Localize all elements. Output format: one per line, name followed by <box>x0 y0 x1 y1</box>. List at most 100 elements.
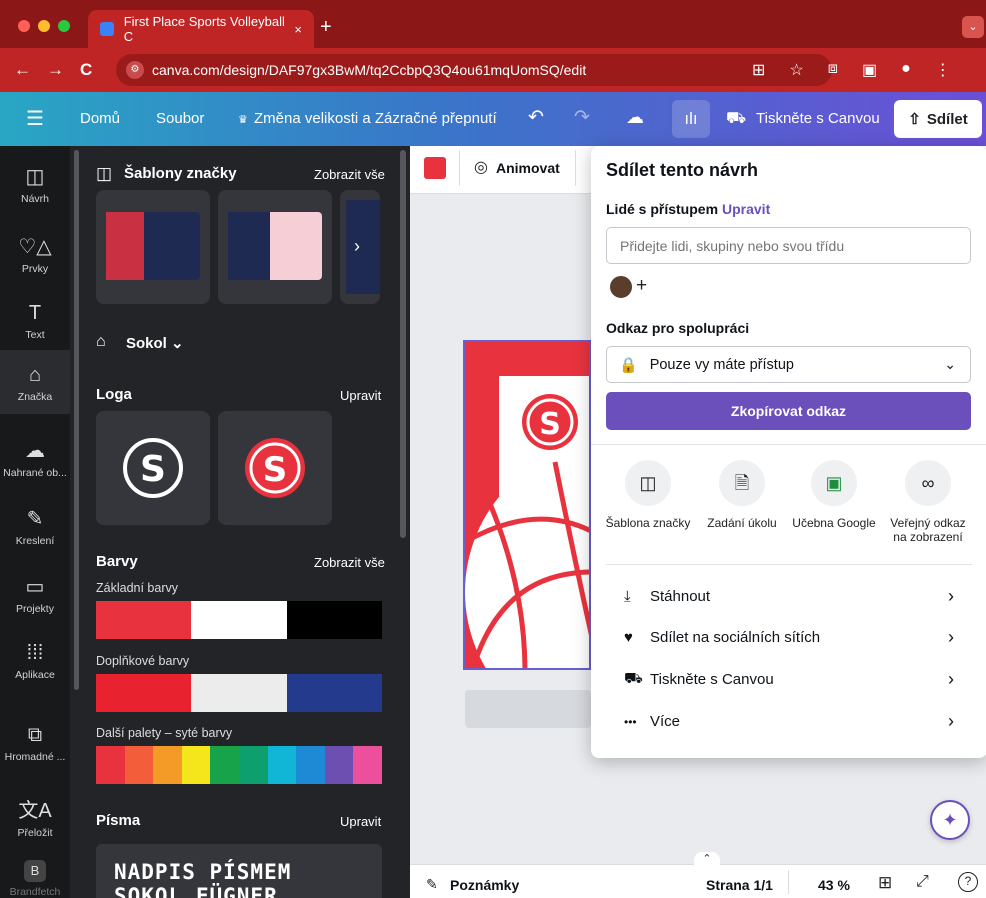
rail-item-brand[interactable]: ⌂ Značka <box>0 350 70 414</box>
resize-button[interactable]: Změna velikosti a Zázračné přepnutí <box>254 110 497 127</box>
rail-item-translate[interactable]: 文A Přeložit <box>0 794 70 839</box>
people-input[interactable] <box>606 227 971 264</box>
rail-item-design[interactable]: ◫ Návrh <box>0 164 70 205</box>
url-field[interactable]: ⚙ canva.com/design/DAF97gx3BwM/tq2CcbpQ3… <box>116 54 832 86</box>
sidepanel-icon[interactable]: ▣ <box>862 60 877 80</box>
file-menu[interactable]: Soubor <box>156 110 204 127</box>
draw-icon: ✎ <box>26 508 44 530</box>
color-swatch[interactable] <box>96 601 192 639</box>
logo-card[interactable]: S <box>218 411 332 525</box>
brandfetch-icon: B <box>24 860 46 882</box>
home-link[interactable]: Domů <box>80 110 120 127</box>
rail-item-text[interactable]: T Text <box>0 302 70 341</box>
color-swatch[interactable] <box>210 746 239 784</box>
new-tab-button[interactable]: + <box>320 16 332 39</box>
back-icon[interactable]: ← <box>14 60 31 80</box>
rail-item-elements[interactable]: ♡△ Prvky <box>0 234 70 275</box>
templates-show-all[interactable]: Zobrazit vše <box>314 167 385 182</box>
color-swatch[interactable] <box>96 746 125 784</box>
color-swatch[interactable] <box>286 674 382 712</box>
print-button[interactable]: Tiskněte s Canvou <box>756 110 880 127</box>
template-card[interactable] <box>96 190 210 304</box>
browser-menu-icon[interactable]: ⋮ <box>935 60 951 80</box>
undo-icon[interactable]: ↶ <box>528 106 544 129</box>
color-swatch[interactable] <box>324 746 354 784</box>
forward-icon[interactable]: → <box>47 60 64 80</box>
fullscreen-icon[interactable]: ⤢ <box>916 873 929 891</box>
color-swatch[interactable] <box>286 601 382 639</box>
menu-icon[interactable]: ☰ <box>26 106 44 131</box>
color-swatch[interactable] <box>96 674 192 712</box>
grid-view-icon[interactable]: ⊞ <box>878 873 892 893</box>
color-swatch[interactable] <box>267 746 297 784</box>
colors-show-all[interactable]: Zobrazit vše <box>314 555 385 570</box>
link-icon: ∞ <box>905 460 951 506</box>
share-option-assignment[interactable]: 🗎 Zadání úkolu <box>696 460 788 530</box>
rail-item-uploads[interactable]: ☁ Nahrané ob... <box>0 438 70 479</box>
translate-icon[interactable]: ⊞ <box>752 60 765 80</box>
access-dropdown[interactable]: 🔒 Pouze vy máte přístup ⌄ <box>606 346 971 383</box>
panel-scrollbar[interactable] <box>400 150 406 538</box>
add-person-icon[interactable]: + <box>636 275 647 297</box>
color-swatch[interactable] <box>124 746 154 784</box>
font-card[interactable]: NADPIS PÍSMEM SOKOL FÜGNER <box>96 844 382 898</box>
logos-edit-link[interactable]: Upravit <box>340 388 381 403</box>
add-page-button[interactable] <box>465 690 591 728</box>
rail-item-brandfetch[interactable]: B Brandfetch <box>0 860 70 898</box>
rail-item-draw[interactable]: ✎ Kreslení <box>0 506 70 547</box>
logo-card[interactable]: S <box>96 411 210 525</box>
page-indicator[interactable]: Strana 1/1 <box>706 877 773 893</box>
rail-item-apps[interactable]: ⁞⁞⁞ Aplikace <box>0 642 70 681</box>
extensions-icon[interactable]: ⧈ <box>828 60 838 80</box>
zoom-level[interactable]: 43 % <box>818 877 850 893</box>
help-icon[interactable]: ? <box>958 872 978 892</box>
minimize-window-icon[interactable] <box>38 20 50 32</box>
template-card[interactable] <box>218 190 332 304</box>
share-option-brand-template[interactable]: ◫ Šablona značky <box>602 460 694 530</box>
color-swatch[interactable] <box>296 746 325 784</box>
reload-icon[interactable]: C <box>80 60 92 80</box>
insights-icon[interactable]: ılı <box>672 100 710 138</box>
people-edit-link[interactable]: Upravit <box>722 201 770 217</box>
animate-button[interactable]: Animovat <box>496 160 560 176</box>
copy-link-button[interactable]: Zkopírovat odkaz <box>606 392 971 430</box>
tab-title: First Place Sports Volleyball C <box>123 14 285 44</box>
share-option-public-link[interactable]: ∞ Veřejný odkaz na zobrazení <box>882 460 974 544</box>
color-swatch[interactable] <box>191 601 287 639</box>
color-swatch[interactable] <box>191 674 287 712</box>
menu-more[interactable]: ••• Více › <box>624 711 954 732</box>
rail-item-projects[interactable]: ▭ Projekty <box>0 574 70 615</box>
rail-item-bulk-create[interactable]: ⧉ Hromadné ... <box>0 724 70 763</box>
fonts-edit-link[interactable]: Upravit <box>340 814 381 829</box>
menu-download[interactable]: ⤓ Stáhnout › <box>624 586 954 607</box>
magic-assistant-icon[interactable]: ✦ <box>930 800 970 840</box>
rail-scrollbar[interactable] <box>74 150 79 690</box>
color-swatch[interactable] <box>238 746 268 784</box>
color-swatch-button[interactable] <box>424 157 446 179</box>
close-window-icon[interactable] <box>18 20 30 32</box>
chevron-right-icon[interactable]: › <box>354 236 360 257</box>
share-option-google-classroom[interactable]: ▣ Učebna Google <box>788 460 880 530</box>
share-button[interactable]: ⇧ Sdílet <box>894 100 982 138</box>
site-settings-icon[interactable]: ⚙ <box>126 61 144 79</box>
sokol-logo-white-icon: S <box>123 438 183 498</box>
design-page[interactable]: S <box>463 340 591 670</box>
chevron-up-icon[interactable]: ⌃ <box>694 852 720 866</box>
cloud-saved-icon[interactable]: ☁ <box>626 107 644 128</box>
tab-search-icon[interactable]: ⌄ <box>962 16 984 38</box>
profile-avatar-icon[interactable]: ● <box>901 60 911 80</box>
avatar[interactable] <box>608 274 634 300</box>
redo-icon[interactable]: ↷ <box>574 106 590 129</box>
browser-tab[interactable]: First Place Sports Volleyball C × <box>88 10 314 48</box>
template-card[interactable]: › <box>340 190 380 304</box>
color-swatch[interactable] <box>153 746 182 784</box>
notes-button[interactable]: Poznámky <box>450 877 519 893</box>
maximize-window-icon[interactable] <box>58 20 70 32</box>
bookmark-star-icon[interactable]: ☆ <box>789 60 803 80</box>
menu-social[interactable]: ♥ Sdílet na sociálních sítích › <box>624 627 954 648</box>
tab-close-icon[interactable]: × <box>294 22 302 37</box>
brand-kit-selector[interactable]: Sokol ⌄ <box>126 334 184 352</box>
color-swatch[interactable] <box>181 746 211 784</box>
menu-print[interactable]: ⛟ Tiskněte s Canvou › <box>624 669 954 690</box>
color-swatch[interactable] <box>353 746 382 784</box>
